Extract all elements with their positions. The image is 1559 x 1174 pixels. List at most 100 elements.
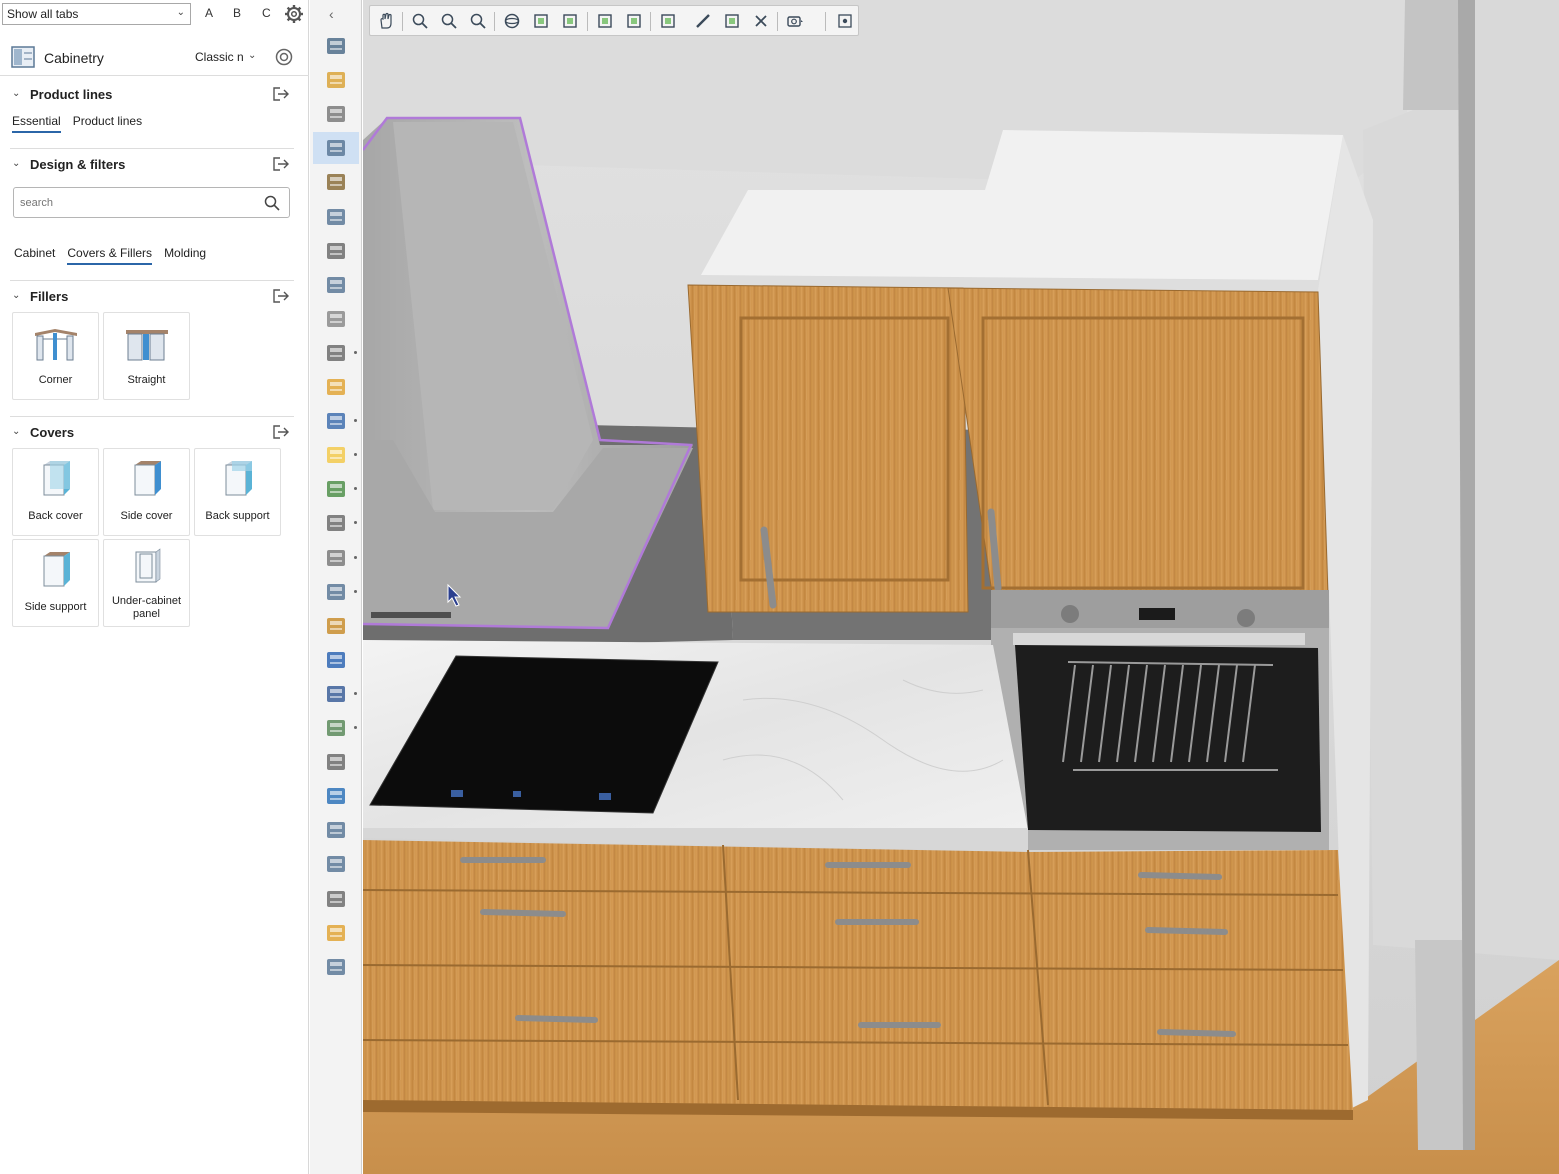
fit-selection-button[interactable] — [530, 10, 552, 32]
zoom-in-button[interactable] — [409, 10, 431, 32]
upper-cabinet-door-left[interactable] — [687, 284, 969, 613]
collapse-caret-icon[interactable]: ⌄ — [12, 88, 20, 99]
detach-panel-icon[interactable] — [272, 424, 290, 440]
camera-dropdown-button[interactable] — [784, 10, 806, 32]
tab-molding[interactable]: Molding — [164, 246, 206, 265]
toolbar-button-cup[interactable] — [313, 337, 359, 369]
collapse-caret-icon[interactable]: ⌄ — [12, 158, 20, 169]
toolbar-button-wall-brick[interactable] — [313, 98, 359, 130]
toolbar-button-flag[interactable] — [313, 678, 359, 710]
tab-essential[interactable]: Essential — [12, 114, 61, 133]
design-filters-tabs: Cabinet Covers & Fillers Molding — [14, 246, 206, 265]
chevron-down-icon[interactable]: ⌄ — [248, 50, 256, 61]
cover-side-support-tile[interactable]: Side support — [12, 539, 99, 627]
design-filters-header[interactable]: ⌄ Design & filters — [0, 155, 300, 177]
gear-icon[interactable] — [284, 4, 304, 24]
collapse-panel-icon[interactable]: ‹ — [329, 6, 334, 22]
kitchen-3d-scene[interactable] — [363, 0, 1559, 1174]
pdf-chart-icon — [327, 890, 345, 907]
cover-side-cover-tile[interactable]: Side cover — [103, 448, 190, 536]
toolbar-button-counter[interactable] — [313, 201, 359, 233]
toolbar-button-folder[interactable] — [313, 917, 359, 949]
view-box-button[interactable] — [559, 10, 581, 32]
search-field[interactable] — [13, 187, 290, 218]
orbit-icon — [504, 13, 520, 29]
catalog-settings-icon[interactable] — [275, 48, 293, 66]
toolbar-button-cooking-pot[interactable] — [313, 30, 359, 62]
detach-panel-icon[interactable] — [272, 288, 290, 304]
center-target-button[interactable] — [834, 10, 856, 32]
toolbar-button-lamp[interactable] — [313, 542, 359, 574]
toolbar-button-lightbulb[interactable] — [313, 439, 359, 471]
covers-header[interactable]: ⌄ Covers — [0, 423, 300, 445]
cover-under-cabinet-panel-tile[interactable]: Under-cabinet panel — [103, 539, 190, 627]
dimension-button[interactable] — [657, 10, 679, 32]
select-arrow-button[interactable] — [594, 10, 616, 32]
toolbar-button-people[interactable] — [313, 405, 359, 437]
upper-cabinet-door-right[interactable] — [947, 287, 1329, 601]
hood-controls[interactable] — [371, 612, 451, 618]
toolbar-button-arch[interactable] — [313, 166, 359, 198]
sink-icon — [327, 310, 345, 327]
toolbar-button-appliance-tower[interactable] — [313, 269, 359, 301]
measure-ruler-button[interactable] — [692, 10, 714, 32]
toolbar-button-catalog-book[interactable] — [313, 814, 359, 846]
collapse-caret-icon[interactable]: ⌄ — [12, 426, 20, 437]
toolbar-button-camera-flash[interactable] — [313, 746, 359, 778]
tabs-filter-dropdown[interactable]: Show all tabs ⌄ — [2, 3, 191, 25]
oven-knob[interactable] — [1061, 605, 1079, 623]
collapse-caret-icon[interactable]: ⌄ — [12, 290, 20, 301]
search-icon[interactable] — [264, 195, 280, 211]
toolbar-button-pdf-box[interactable] — [313, 610, 359, 642]
tile-label: Back support — [205, 510, 270, 522]
toolbar-separator — [650, 12, 651, 31]
toolbar-button-pdf-chart[interactable] — [313, 883, 359, 915]
toolbar-button-printer[interactable] — [313, 848, 359, 880]
fillers-header[interactable]: ⌄ Fillers — [0, 287, 300, 309]
view-box-icon — [563, 14, 577, 28]
toolbar-button-floorplan[interactable] — [313, 371, 359, 403]
toolbar-separator — [777, 12, 778, 31]
plant-icon — [327, 481, 345, 498]
detach-panel-icon[interactable] — [272, 156, 290, 172]
cover-back-cover-tile[interactable]: Back cover — [12, 448, 99, 536]
toolbar-button-v-logo[interactable] — [313, 644, 359, 676]
back-support-icon — [213, 457, 263, 499]
toolbar-button-zoom[interactable] — [313, 951, 359, 983]
scheme-c-button[interactable]: C — [262, 6, 271, 20]
toolbar-button-cube-gear[interactable] — [313, 712, 359, 744]
vertical-toolbar: ‹ — [310, 0, 362, 1174]
product-lines-header[interactable]: ⌄ Product lines — [0, 85, 300, 107]
copy-button[interactable] — [721, 10, 743, 32]
3d-box-icon — [327, 788, 345, 805]
toolbar-button-faucet[interactable] — [313, 235, 359, 267]
toolbar-button-3d-box[interactable] — [313, 780, 359, 812]
submenu-indicator — [354, 419, 357, 423]
toolbar-button-sink[interactable] — [313, 303, 359, 335]
scheme-b-button[interactable]: B — [233, 6, 241, 20]
tab-product-lines[interactable]: Product lines — [73, 114, 142, 133]
search-input[interactable] — [20, 194, 250, 212]
tab-cabinet[interactable]: Cabinet — [14, 246, 55, 265]
zoom-extents-button[interactable] — [467, 10, 489, 32]
zoom-window-button[interactable] — [438, 10, 460, 32]
cover-back-support-tile[interactable]: Back support — [194, 448, 281, 536]
oven-door-handle[interactable] — [1013, 633, 1305, 645]
detach-panel-icon[interactable] — [272, 86, 290, 102]
toolbar-button-plant[interactable] — [313, 473, 359, 505]
filler-corner-tile[interactable]: Corner — [12, 312, 99, 400]
style-dropdown[interactable]: Classic n — [195, 50, 244, 64]
scheme-a-button[interactable]: A — [205, 6, 213, 20]
3d-viewport[interactable] — [363, 0, 1559, 1174]
toolbar-button-tools[interactable] — [313, 64, 359, 96]
filler-straight-tile[interactable]: Straight — [103, 312, 190, 400]
orbit-button[interactable] — [501, 10, 523, 32]
toolbar-button-facade[interactable] — [313, 576, 359, 608]
toolbar-button-cabinetry[interactable] — [313, 132, 359, 165]
pan-hand-button[interactable] — [375, 10, 397, 32]
toolbar-button-house[interactable] — [313, 507, 359, 539]
tab-covers-fillers[interactable]: Covers & Fillers — [67, 246, 153, 265]
delete-x-button[interactable] — [750, 10, 772, 32]
oven-knob[interactable] — [1237, 609, 1255, 627]
select-edit-button[interactable] — [623, 10, 645, 32]
